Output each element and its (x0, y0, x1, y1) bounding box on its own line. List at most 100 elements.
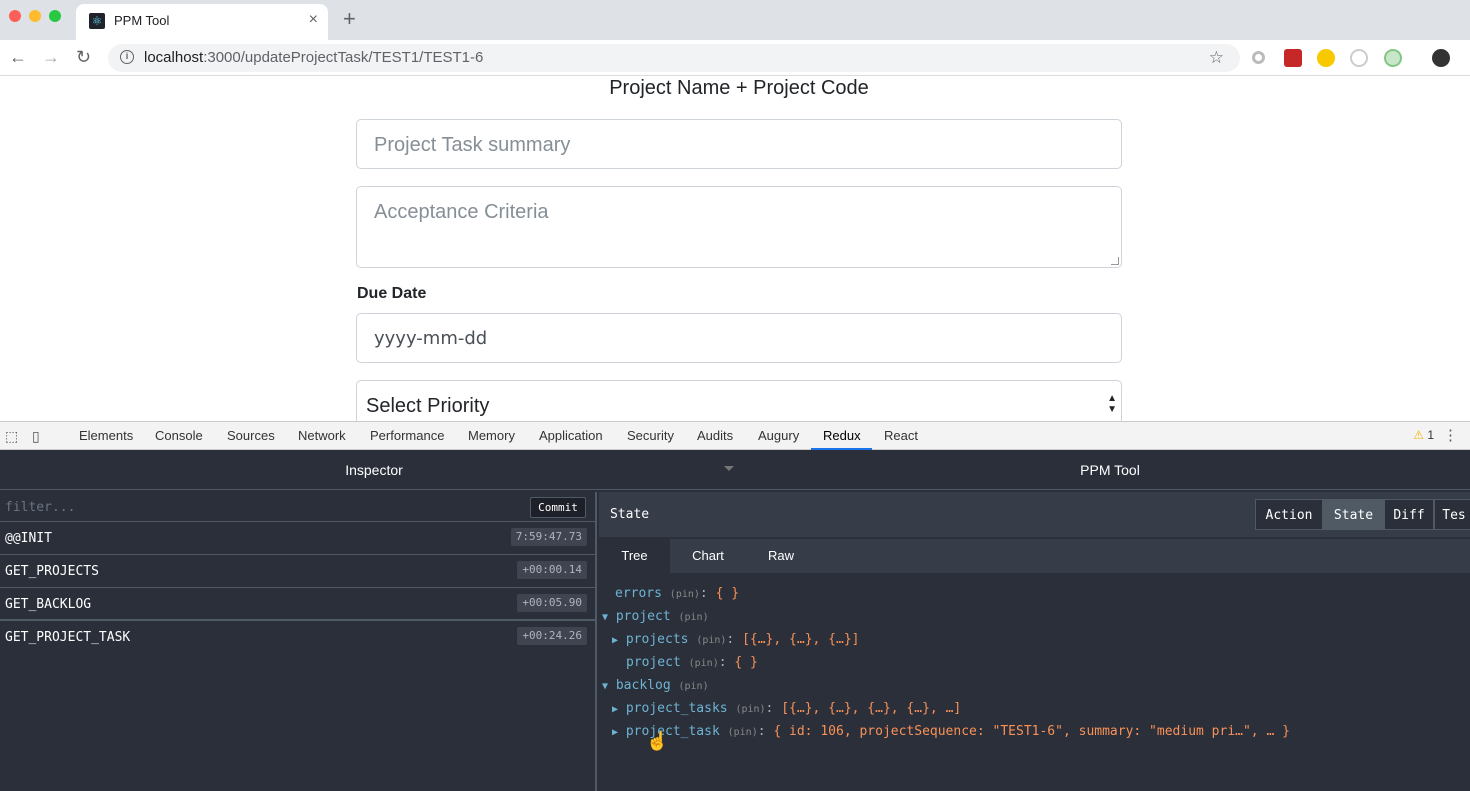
forward-arrow-icon[interactable]: → (42, 47, 60, 67)
tab-state[interactable]: State (1323, 499, 1384, 530)
tree-node[interactable]: ▼ project (pin) (602, 609, 709, 624)
state-view-tabs: Tree Chart Raw (599, 539, 1470, 573)
tree-value: { } (734, 655, 758, 670)
action-name: GET_PROJECT_TASK (5, 630, 131, 645)
action-name: GET_BACKLOG (5, 597, 92, 612)
tree-node[interactable]: project (pin): { } (626, 655, 758, 670)
tab-redux[interactable]: Redux (823, 428, 861, 443)
warning-badge[interactable]: ⚠ 1 (1413, 428, 1434, 442)
due-date-label: Due Date (357, 285, 427, 302)
url-path: :3000/updateProjectTask/TEST1/TEST1-6 (203, 49, 484, 66)
tree-pin[interactable]: (pin) (689, 658, 719, 669)
action-row[interactable]: GET_PROJECT_TASK +00:24.26 (0, 619, 597, 651)
new-tab-button[interactable]: + (343, 8, 356, 30)
tree-key: errors (615, 586, 662, 601)
tree-pin[interactable]: (pin) (670, 589, 700, 600)
extension-icon[interactable] (1252, 51, 1265, 64)
tree-key: project_tasks (625, 701, 728, 716)
action-time: +00:05.90 (517, 594, 587, 612)
react-icon: ⚛ (89, 13, 105, 29)
redux-devtools-panel: Inspector PPM Tool filter... Commit @@IN… (0, 450, 1470, 791)
info-icon[interactable]: i (120, 50, 134, 64)
collapsed-arrow-icon[interactable]: ▶ (612, 727, 618, 738)
extension-icon[interactable] (1350, 49, 1368, 67)
monitor-selector[interactable]: Inspector (0, 462, 748, 478)
action-filter-input[interactable]: filter... (5, 500, 75, 515)
action-name: @@INIT (5, 531, 52, 546)
device-toolbar-icon[interactable]: ▯ (32, 428, 40, 445)
expanded-arrow-icon[interactable]: ▼ (602, 612, 608, 623)
action-row[interactable]: GET_BACKLOG +00:05.90 (0, 587, 597, 619)
resize-grip-icon[interactable] (1111, 257, 1119, 265)
acceptance-criteria-placeholder: Acceptance Criteria (374, 201, 549, 223)
close-tab-icon[interactable]: × (309, 11, 318, 29)
profile-avatar-icon[interactable] (1432, 49, 1450, 67)
tab-performance[interactable]: Performance (370, 428, 444, 443)
inspect-element-icon[interactable]: ⬚ (5, 428, 18, 445)
instance-selector[interactable]: PPM Tool (750, 462, 1470, 478)
tab-console[interactable]: Console (155, 428, 203, 443)
tab-sources[interactable]: Sources (227, 428, 275, 443)
address-bar[interactable]: i localhost:3000/updateProjectTask/TEST1… (108, 44, 1240, 72)
select-arrows-icon: ▲ ▼ (1107, 393, 1117, 415)
tab-diff[interactable]: Diff (1384, 499, 1434, 530)
browser-tab-bar: ⚛ PPM Tool × + (0, 0, 1470, 40)
subtab-raw[interactable]: Raw (746, 539, 816, 573)
tab-elements[interactable]: Elements (79, 428, 133, 443)
due-date-input[interactable]: yyyy-mm-dd (356, 313, 1122, 363)
tab-augury[interactable]: Augury (758, 428, 799, 443)
tab-react[interactable]: React (884, 428, 918, 443)
task-summary-input[interactable]: Project Task summary (356, 119, 1122, 169)
tree-pin[interactable]: (pin) (678, 681, 708, 692)
tree-pin[interactable]: (pin) (728, 727, 758, 738)
priority-select-value: Select Priority (366, 395, 490, 417)
priority-select[interactable]: Select Priority ▲ ▼ (356, 380, 1122, 421)
collapsed-arrow-icon[interactable]: ▶ (612, 704, 618, 715)
action-time: 7:59:47.73 (510, 528, 587, 546)
tree-value: { } (715, 586, 740, 601)
tree-pin[interactable]: (pin) (696, 635, 726, 646)
back-arrow-icon[interactable]: ← (9, 47, 27, 67)
tree-node[interactable]: ▶ project_tasks (pin): [{…}, {…}, {…}, {… (612, 701, 961, 716)
tree-key: project (626, 655, 681, 670)
extension-icon[interactable] (1384, 49, 1402, 67)
maximize-window-button[interactable] (49, 10, 61, 22)
tree-key: projects (625, 632, 689, 647)
browser-tab[interactable]: ⚛ PPM Tool × (76, 4, 328, 40)
action-row[interactable]: @@INIT 7:59:47.73 (0, 521, 597, 553)
extension-icon[interactable] (1284, 49, 1302, 67)
chevron-down-icon[interactable] (724, 466, 734, 471)
collapsed-arrow-icon[interactable]: ▶ (612, 635, 618, 646)
expanded-arrow-icon[interactable]: ▼ (602, 681, 608, 692)
acceptance-criteria-textarea[interactable]: Acceptance Criteria (356, 186, 1122, 268)
action-row[interactable]: GET_PROJECTS +00:00.14 (0, 554, 597, 586)
tree-node[interactable]: ▶ projects (pin): [{…}, {…}, {…}] (612, 632, 859, 647)
tree-value: [{…}, {…}, {…}] (742, 632, 860, 647)
tab-security[interactable]: Security (627, 428, 674, 443)
tree-node[interactable]: ▶ project_task (pin): { id: 106, project… (612, 724, 1290, 739)
tree-key: project_task (625, 724, 720, 739)
tab-application[interactable]: Application (539, 428, 603, 443)
reload-icon[interactable]: ↻ (76, 47, 91, 67)
commit-button[interactable]: Commit (530, 497, 586, 518)
tree-node[interactable]: ▼ backlog (pin) (602, 678, 709, 693)
tree-node[interactable]: errors (pin): { } (615, 586, 739, 601)
tree-pin[interactable]: (pin) (678, 612, 708, 623)
extension-icon[interactable] (1317, 49, 1335, 67)
redux-header: Inspector PPM Tool (0, 450, 1470, 490)
tab-network[interactable]: Network (298, 428, 346, 443)
bookmark-star-icon[interactable]: ☆ (1209, 48, 1224, 68)
url-host: localhost (144, 49, 204, 66)
subtab-tree[interactable]: Tree (599, 539, 670, 573)
close-window-button[interactable] (9, 10, 21, 22)
tab-action[interactable]: Action (1255, 499, 1323, 530)
more-options-icon[interactable]: ⋮ (1443, 426, 1458, 444)
warning-icon: ⚠ (1413, 428, 1424, 442)
tab-test[interactable]: Tes (1434, 499, 1470, 530)
page-title: Project Name + Project Code (609, 77, 869, 99)
subtab-chart[interactable]: Chart (670, 539, 746, 573)
tab-memory[interactable]: Memory (468, 428, 515, 443)
minimize-window-button[interactable] (29, 10, 41, 22)
tree-pin[interactable]: (pin) (735, 704, 765, 715)
tab-audits[interactable]: Audits (697, 428, 733, 443)
